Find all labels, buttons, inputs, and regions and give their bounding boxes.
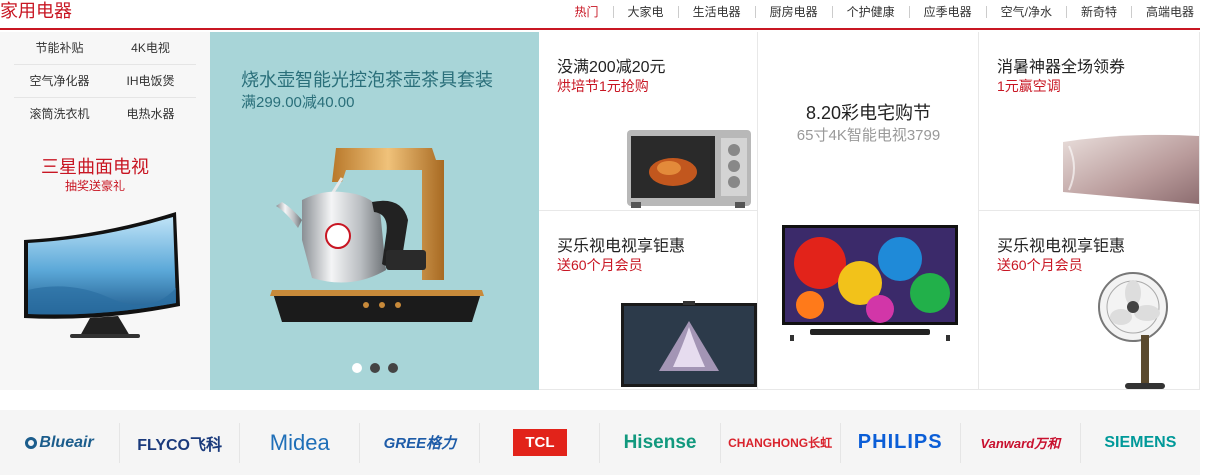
- category-link[interactable]: IH电饭煲: [105, 65, 196, 97]
- brand-logo-hisense[interactable]: Hisense: [600, 422, 721, 463]
- kettle-image[interactable]: [262, 140, 492, 338]
- smart-tv-image: [782, 225, 958, 341]
- category-link[interactable]: 空气净化器: [14, 65, 105, 97]
- oven-image: [627, 130, 751, 208]
- category-link[interactable]: 电热水器: [105, 98, 196, 131]
- brand-name: TCL: [513, 429, 567, 456]
- left-promo-column: 节能补贴 4K电视 空气净化器 IH电饭煲 滚筒洗衣机 电热水器 三星曲面电视 …: [0, 32, 210, 390]
- tile-subtitle: 送60个月会员: [557, 257, 643, 273]
- tile-title: 消暑神器全场领券: [997, 59, 1126, 76]
- tile-title: 买乐视电视享钜惠: [557, 238, 686, 255]
- category-link[interactable]: 滚筒洗衣机: [14, 98, 105, 131]
- tab-large-appliances[interactable]: 大家电: [628, 4, 664, 20]
- brand-logo-gree[interactable]: GREE格力: [360, 422, 481, 463]
- tab-divider: [1065, 6, 1067, 18]
- promo-tile-aircon[interactable]: 消暑神器全场领券 1元赢空调: [979, 32, 1200, 211]
- tile-title: 没满200减20元: [557, 59, 666, 76]
- brand-logo-bar: Blueair FLYCO飞科 Midea GREE格力 TCL Hisense…: [0, 410, 1200, 475]
- carousel-dot[interactable]: [388, 363, 398, 373]
- tab-divider: [1130, 6, 1132, 18]
- brand-name: Hisense: [623, 431, 697, 453]
- brand-name: CHANGHONG长虹: [728, 436, 833, 450]
- carousel-dot[interactable]: [352, 363, 362, 373]
- brand-name: GREE格力: [383, 435, 457, 452]
- tab-divider: [754, 6, 756, 18]
- curved-tv-image[interactable]: [20, 210, 184, 345]
- letv-tv-image: [621, 301, 757, 387]
- tab-kitchen-appliances[interactable]: 厨房电器: [770, 4, 818, 20]
- section-title: 家用电器: [0, 1, 72, 21]
- category-tabs: 热门 大家电 生活电器 厨房电器 个护健康 应季电器 空气/净水 新奇特 高端电…: [575, 4, 1194, 20]
- tab-divider: [985, 6, 987, 18]
- category-row: 滚筒洗衣机 电热水器: [14, 98, 196, 131]
- tile-title: 买乐视电视享钜惠: [997, 238, 1126, 255]
- tab-home-appliances[interactable]: 生活电器: [693, 4, 741, 20]
- promo-tile-letv[interactable]: 买乐视电视享钜惠 送60个月会员: [539, 211, 758, 390]
- promo-tile-oven[interactable]: 没满200减20元 烘培节1元抢购: [539, 32, 758, 211]
- tab-seasonal[interactable]: 应季电器: [924, 4, 972, 20]
- carousel-pagination: [352, 363, 398, 373]
- tile-subtitle: 65寸4K智能电视3799: [796, 127, 941, 144]
- tile-subtitle: 烘培节1元抢购: [557, 78, 649, 94]
- carousel-price: 满299.00减40.00: [241, 94, 355, 111]
- tab-premium[interactable]: 高端电器: [1146, 4, 1194, 20]
- tab-personal-care[interactable]: 个护健康: [847, 4, 895, 20]
- category-row: 节能补贴 4K电视: [14, 32, 196, 65]
- tab-hot[interactable]: 热门: [575, 4, 599, 20]
- brand-logo-changhong[interactable]: CHANGHONG长虹: [721, 422, 841, 463]
- fan-image: [1098, 272, 1168, 389]
- promo-tile-fan[interactable]: 买乐视电视享钜惠 送60个月会员: [979, 211, 1200, 390]
- brand-logo-siemens[interactable]: SIEMENS: [1081, 423, 1200, 463]
- promo-carousel[interactable]: 烧水壶智能光控泡茶壶茶具套装 满299.00减40.00: [210, 32, 539, 390]
- tab-air-water[interactable]: 空气/净水: [1001, 4, 1052, 20]
- category-link[interactable]: 节能补贴: [14, 32, 105, 64]
- brand-logo-flyco[interactable]: FLYCO飞科: [120, 422, 241, 463]
- tile-subtitle: 送60个月会员: [997, 257, 1083, 273]
- promo-title[interactable]: 三星曲面电视: [0, 153, 190, 179]
- brand-logo-tcl[interactable]: TCL: [480, 422, 601, 463]
- category-row: 空气净化器 IH电饭煲: [14, 65, 196, 98]
- brand-logo-blueair[interactable]: Blueair: [0, 422, 121, 463]
- brand-name: Midea: [269, 429, 330, 455]
- carousel-title: 烧水壶智能光控泡茶壶茶具套装: [241, 70, 493, 90]
- promo-tile-tv-sale[interactable]: 8.20彩电宅购节 65寸4K智能电视3799: [758, 32, 979, 390]
- section-header: 家用电器 热门 大家电 生活电器 厨房电器 个护健康 应季电器 空气/净水 新奇…: [0, 0, 1200, 30]
- carousel-dot[interactable]: [370, 363, 380, 373]
- tab-novelty[interactable]: 新奇特: [1081, 4, 1117, 20]
- tile-subtitle: 1元赢空调: [997, 78, 1061, 94]
- brand-name: PHILIPS: [857, 431, 943, 453]
- tab-divider: [612, 6, 614, 18]
- brand-logo-vanward[interactable]: Vanward万和: [961, 422, 1081, 463]
- brand-logo-philips[interactable]: PHILIPS: [841, 422, 961, 463]
- promo-subtitle: 抽奖送豪礼: [64, 179, 125, 193]
- aircon-image: [1063, 134, 1199, 204]
- tab-divider: [677, 6, 679, 18]
- tile-title: 8.20彩电宅购节: [805, 103, 932, 123]
- tab-divider: [831, 6, 833, 18]
- brand-name: Blueair: [39, 433, 94, 451]
- brand-logo-midea[interactable]: Midea: [240, 422, 361, 463]
- blueair-circle-icon: [25, 436, 38, 449]
- brand-name: FLYCO飞科: [137, 436, 223, 454]
- brand-name: SIEMENS: [1104, 433, 1177, 451]
- brand-name: Vanward万和: [980, 436, 1061, 451]
- tab-divider: [908, 6, 910, 18]
- category-links: 节能补贴 4K电视 空气净化器 IH电饭煲 滚筒洗衣机 电热水器: [14, 32, 196, 131]
- category-link[interactable]: 4K电视: [105, 32, 196, 64]
